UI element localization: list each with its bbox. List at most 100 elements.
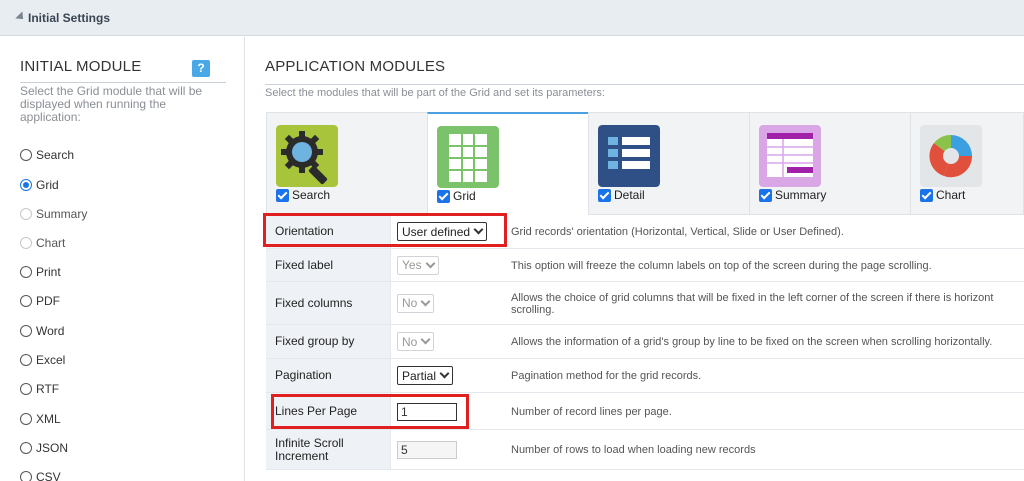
settings-label-cell: Fixed label [266,249,391,281]
tab-label: Detail [614,188,645,202]
radio-option-rtf[interactable]: RTF [20,380,59,398]
application-modules-description: Select the modules that will be part of … [265,87,605,99]
settings-label-cell: Fixed columns [266,282,391,324]
module-checkbox-grid[interactable]: Grid [437,189,476,203]
settings-row: Fixed label Yes This option will freeze th… [266,249,1024,282]
tab-label: Search [292,188,331,202]
radio-label: Word [36,324,65,338]
radio-label: Grid [36,178,59,192]
section-header[interactable]: Initial Settings [0,0,1024,36]
radio-option-chart: Chart [20,234,65,252]
radio-option-word[interactable]: Word [20,322,64,340]
detail-module-icon [598,125,660,187]
initial-module-description: Select the Grid module that will be disp… [20,84,203,124]
application-modules-panel: APPLICATION MODULES Select the modules t… [246,37,1024,481]
tab-label: Chart [936,188,966,202]
radio-option-search[interactable]: Search [20,146,74,164]
module-checkbox-search[interactable]: Search [276,188,330,202]
radio-option-csv[interactable]: CSV [20,468,61,481]
radio-unchecked-icon [20,471,32,481]
chevron-down-icon [439,368,450,379]
settings-label: Fixed columns [275,295,353,310]
setting-select[interactable]: Partial [397,366,454,385]
application-modules-heading: APPLICATION MODULES [265,58,446,75]
divider [20,82,226,83]
radio-option-excel[interactable]: Excel [20,351,65,369]
select-value: Yes [402,258,422,272]
tab-chart[interactable]: Chart [910,112,1024,215]
radio-unchecked-icon [20,354,32,366]
radio-unchecked-icon [20,325,32,337]
radio-label: Summary [36,207,88,221]
settings-control: 5 [397,441,457,459]
checkbox-checked-icon [598,188,611,202]
settings-label: Infinite Scroll Increment [275,436,344,463]
module-tabs: Search Grid Detail Summary Chart [266,112,1024,215]
settings-row: Pagination Partial Pagination method for t… [266,359,1024,393]
settings-label-cell: Pagination [266,359,391,392]
summary-module-icon [759,125,821,187]
radio-unchecked-icon [20,237,32,249]
radio-unchecked-icon [20,295,32,307]
settings-help-text: Number of rows to load when loading new … [511,444,756,456]
settings-row: Fixed columns No Allows the choice of grid… [266,282,1024,325]
radio-label: XML [36,412,61,426]
radio-unchecked-icon [20,442,32,454]
radio-unchecked-icon [20,208,32,220]
highlight-orientation [263,213,507,247]
radio-unchecked-icon [20,149,32,161]
radio-option-grid[interactable]: Grid [20,176,59,194]
select-value: Partial [402,368,437,383]
setting-select: Yes [397,255,439,275]
radio-option-json[interactable]: JSON [20,439,68,457]
chevron-down-icon [420,334,431,345]
radio-label: CSV [36,470,61,481]
module-checkbox-detail[interactable]: Detail [598,188,645,202]
checkbox-checked-icon [437,189,450,203]
radio-option-xml[interactable]: XML [20,410,61,428]
settings-control: No [397,293,435,313]
collapse-triangle-icon[interactable] [15,11,27,23]
module-checkbox-chart[interactable]: Chart [920,188,965,202]
help-icon[interactable]: ? [192,60,210,77]
grid-module-icon [437,126,499,188]
tab-detail[interactable]: Detail [588,112,750,215]
settings-label-cell: Fixed group by [266,325,391,358]
settings-help-text: Allows the information of a grid's group… [511,336,993,348]
tab-summary[interactable]: Summary [749,112,911,215]
settings-control: Partial [397,366,454,385]
radio-unchecked-icon [20,383,32,395]
initial-module-heading: INITIAL MODULE [20,58,142,75]
radio-label: Search [36,148,75,162]
settings-help-text: This option will freeze the column label… [511,259,932,272]
tab-grid[interactable]: Grid [427,112,589,215]
settings-help-text: Allows the choice of grid columns that w… [511,291,994,316]
setting-text-input: 5 [397,441,457,459]
radio-label: JSON [36,441,69,455]
section-title: Initial Settings [28,11,111,25]
checkbox-checked-icon [920,188,933,202]
radio-unchecked-icon [20,413,32,425]
settings-control: No [397,332,435,351]
module-checkbox-summary[interactable]: Summary [759,188,826,202]
radio-option-summary: Summary [20,205,87,223]
tab-search[interactable]: Search [266,112,428,215]
radio-label: RTF [36,382,60,396]
tab-label: Summary [775,188,827,202]
radio-option-print[interactable]: Print [20,263,61,281]
chevron-down-icon [420,296,431,306]
select-value: No [402,334,418,349]
radio-label: Chart [36,236,66,250]
radio-label: Print [36,265,61,279]
tab-label: Grid [453,189,476,203]
settings-row: Fixed group by No Allows the information o… [266,325,1024,359]
radio-label: Excel [36,353,66,367]
radio-unchecked-icon [20,266,32,278]
search-module-icon [276,125,338,187]
select-value: No [402,296,418,310]
settings-help-text: Number of record lines per page. [511,405,672,418]
divider [265,84,1024,85]
radio-option-pdf[interactable]: PDF [20,292,60,310]
setting-select: No [397,332,435,351]
highlight-lines-per-page [271,394,469,429]
